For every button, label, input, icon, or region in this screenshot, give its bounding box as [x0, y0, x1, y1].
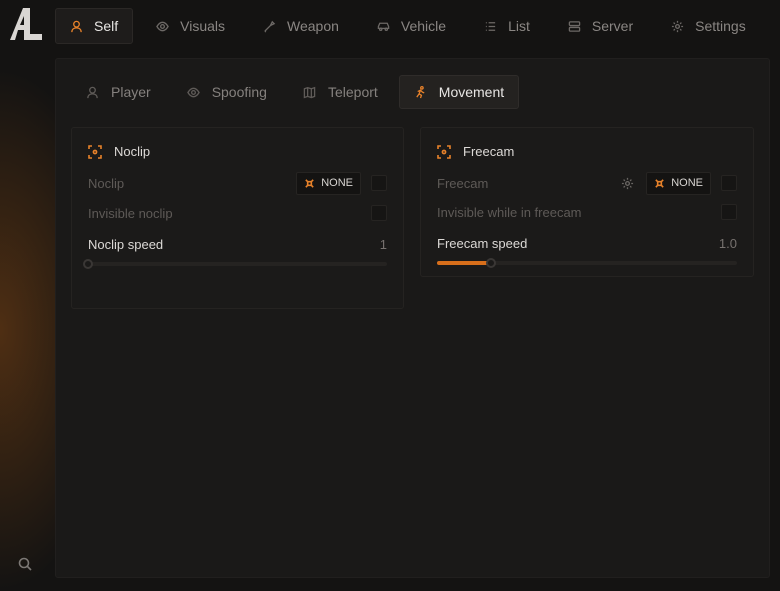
- noclip-speed-value: 1: [379, 236, 387, 252]
- tab-list[interactable]: List: [469, 8, 545, 44]
- subtab-spoofing[interactable]: Spoofing: [172, 75, 282, 109]
- freecam-keybind-button[interactable]: NONE: [646, 171, 711, 195]
- freecam-speed-value: 1.0: [718, 235, 737, 251]
- focus-icon: [437, 144, 451, 159]
- slider-knob[interactable]: [83, 259, 93, 269]
- subtab-player[interactable]: Player: [71, 75, 166, 109]
- tab-label: Vehicle: [400, 18, 447, 34]
- tab-weapon[interactable]: Weapon: [248, 8, 354, 44]
- search-icon[interactable]: [18, 557, 32, 571]
- running-icon: [416, 85, 425, 98]
- sub-navigation: Player Spoofing Teleport Movement: [71, 75, 525, 109]
- eye-icon: [186, 87, 200, 97]
- subtab-movement[interactable]: Movement: [398, 75, 520, 109]
- freecam-toggle-row: Freecam NONE: [437, 171, 737, 195]
- tab-label: Settings: [695, 18, 746, 34]
- noclip-card: Noclip Noclip NONE Invisible noclip Nocl…: [71, 127, 404, 309]
- noclip-speed-row: Noclip speed 1: [88, 232, 387, 256]
- app-logo: [10, 8, 42, 40]
- freecam-header: Freecam: [437, 144, 514, 159]
- tab-settings[interactable]: Settings: [656, 8, 761, 44]
- noclip-speed-label: Noclip speed: [88, 236, 164, 252]
- focus-icon: [88, 144, 102, 159]
- keybind-label: NONE: [671, 177, 703, 189]
- invisible-noclip-row: Invisible noclip: [88, 201, 387, 225]
- freecam-card: Freecam Freecam NONE Invisible while in …: [420, 127, 754, 277]
- tab-label: List: [508, 18, 530, 34]
- list-icon: [485, 21, 496, 31]
- invisible-freecam-checkbox[interactable]: [721, 204, 737, 220]
- freecam-title: Freecam: [463, 144, 515, 159]
- keybind-label: NONE: [321, 177, 353, 189]
- car-icon: [377, 22, 390, 31]
- tab-self[interactable]: Self: [55, 8, 134, 44]
- user-icon: [71, 20, 82, 32]
- gear-icon[interactable]: [621, 177, 634, 190]
- subtab-teleport[interactable]: Teleport: [288, 75, 393, 109]
- freecam-toggle-label: Freecam: [437, 175, 489, 191]
- tab-visuals[interactable]: Visuals: [141, 8, 240, 44]
- invisible-freecam-row: Invisible while in freecam: [437, 200, 737, 224]
- top-navigation: Self Visuals Weapon Vehicle List Server …: [55, 8, 769, 44]
- freecam-speed-label: Freecam speed: [437, 235, 528, 251]
- noclip-title: Noclip: [114, 144, 151, 159]
- tab-label: Weapon: [287, 18, 339, 34]
- tab-label: Visuals: [180, 18, 226, 34]
- subtab-label: Movement: [438, 84, 505, 100]
- slider-fill: [437, 261, 491, 265]
- noclip-toggle-label: Noclip: [88, 175, 125, 191]
- slider-knob[interactable]: [486, 258, 496, 268]
- freecam-speed-row: Freecam speed 1.0: [437, 231, 737, 255]
- noclip-speed-slider[interactable]: [83, 259, 387, 269]
- tab-server[interactable]: Server: [553, 8, 648, 44]
- noclip-keybind-button[interactable]: NONE: [296, 171, 361, 195]
- subtab-label: Spoofing: [211, 84, 267, 100]
- invisible-freecam-label: Invisible while in freecam: [437, 204, 582, 220]
- tab-vehicle[interactable]: Vehicle: [362, 8, 461, 44]
- content-panel: Player Spoofing Teleport Movement Noclip…: [55, 58, 770, 578]
- invisible-noclip-checkbox[interactable]: [371, 205, 387, 221]
- subtab-label: Teleport: [327, 84, 378, 100]
- noclip-checkbox[interactable]: [371, 175, 387, 191]
- user-icon: [87, 86, 98, 98]
- subtab-label: Player: [111, 84, 151, 100]
- eye-icon: [156, 21, 169, 31]
- keybind-icon: [655, 178, 664, 188]
- tab-label: Self: [94, 18, 119, 34]
- gear-icon: [672, 20, 684, 32]
- server-icon: [568, 20, 581, 32]
- noclip-toggle-row: Noclip NONE: [88, 171, 387, 195]
- noclip-header: Noclip: [88, 144, 150, 159]
- map-icon: [303, 86, 316, 98]
- keybind-icon: [305, 178, 314, 188]
- invisible-noclip-label: Invisible noclip: [88, 205, 173, 221]
- freecam-speed-slider[interactable]: [437, 258, 737, 268]
- freecam-checkbox[interactable]: [721, 175, 737, 191]
- tab-label: Server: [591, 18, 634, 34]
- wrench-icon: [264, 20, 276, 33]
